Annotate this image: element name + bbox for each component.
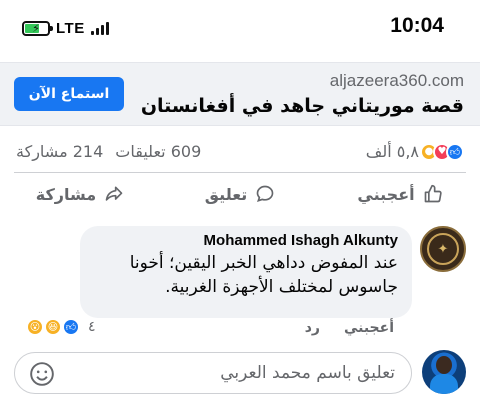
comment-actions: أعجبني رد: [305, 320, 394, 336]
wow-reaction-icon: 😮: [26, 318, 44, 336]
comment-reaction-count: ٤: [88, 319, 96, 335]
comment-reply-button[interactable]: رد: [305, 320, 320, 336]
comment-reactions[interactable]: 😮 😆 👍︎ ٤: [26, 318, 96, 336]
status-indicators: ⚡ LTE: [22, 20, 109, 37]
comment-text-line: جاسوس لمختلف الأجهزة الغربية.: [165, 277, 398, 297]
network-type: LTE: [56, 20, 85, 37]
comment-bubble[interactable]: Mohammed Ishagh Alkunty عند المفوض دداهي…: [80, 226, 412, 318]
like-label: أعجبني: [357, 184, 415, 204]
share-arrow-icon: [105, 186, 123, 201]
comment-button[interactable]: تعليق: [160, 178, 320, 210]
shares-count[interactable]: 214 مشاركة: [16, 142, 103, 161]
comment-like-button[interactable]: أعجبني: [344, 320, 394, 336]
status-bar: ⚡ LTE 10:04: [0, 0, 480, 62]
comment-bubble-icon: [256, 185, 274, 202]
reactions-count: ٥,٨ ألف: [365, 142, 419, 161]
comment-label: تعليق: [204, 184, 248, 204]
comment-text: عند المفوض دداهي الخبر اليقين؛ أخونا جاس…: [94, 251, 398, 299]
listen-now-button[interactable]: استماع الآن: [14, 77, 124, 111]
haha-reaction-icon: 😆: [44, 318, 62, 336]
reactions-summary[interactable]: ● ♥ 👍︎ ٥,٨ ألف: [366, 142, 464, 161]
battery-charging-icon: ⚡: [22, 21, 53, 36]
like-button[interactable]: أعجبني: [320, 178, 480, 210]
divider: [14, 172, 466, 173]
commenter-avatar[interactable]: ✦: [420, 226, 466, 272]
comment-input[interactable]: تعليق باسم محمد العربي: [14, 352, 412, 394]
post-action-bar: أعجبني تعليق مشاركة: [0, 178, 480, 210]
thumbs-up-icon: [424, 184, 442, 203]
comments-count[interactable]: 609 تعليقات: [115, 142, 201, 161]
comment-text-line: عند المفوض دداهي الخبر اليقين؛ أخونا: [129, 253, 398, 273]
current-user-avatar: [422, 350, 466, 394]
link-preview-card[interactable]: aljazeera360.com قصة موريتاني جاهد في أف…: [0, 62, 480, 126]
emoji-icon[interactable]: [29, 361, 55, 387]
status-time: 10:04: [390, 14, 444, 37]
post-stats: ● ♥ 👍︎ ٥,٨ ألف 609 تعليقات 214 مشاركة: [0, 142, 480, 166]
calligraphy-emblem-icon: ✦: [427, 233, 459, 265]
link-title[interactable]: قصة موريتاني جاهد في أفغانستان: [141, 95, 464, 117]
share-button[interactable]: مشاركة: [0, 178, 160, 210]
comment-author[interactable]: Mohammed Ishagh Alkunty: [94, 232, 398, 249]
reaction-icons: ● ♥ 👍︎: [420, 142, 464, 161]
comment-input-placeholder: تعليق باسم محمد العربي: [220, 363, 395, 383]
comments-shares-summary: 609 تعليقات 214 مشاركة: [16, 142, 201, 161]
signal-bars-icon: [90, 22, 109, 35]
share-label: مشاركة: [35, 184, 97, 204]
like-reaction-icon: 👍︎: [446, 142, 464, 161]
link-domain: aljazeera360.com: [329, 71, 464, 90]
like-reaction-icon: 👍︎: [62, 318, 80, 336]
